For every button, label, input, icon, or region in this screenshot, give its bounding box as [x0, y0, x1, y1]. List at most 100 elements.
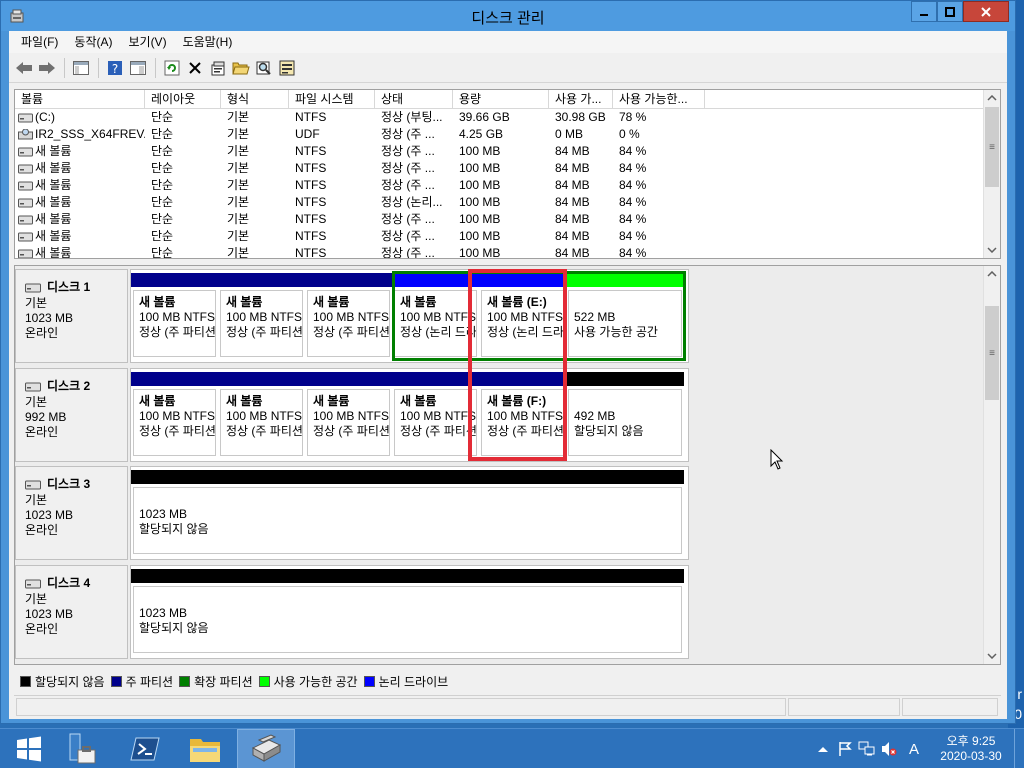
find-button[interactable] [253, 57, 275, 79]
disk-info[interactable]: 디스크 4 기본 1023 MB 온라인 [15, 565, 128, 659]
partition-type-bar [131, 372, 218, 386]
action-center-button[interactable] [834, 729, 856, 768]
volume-list-scroll-thumb[interactable]: ≡ [985, 107, 999, 187]
column-header-status[interactable]: 상태 [375, 90, 453, 109]
menu-action[interactable]: 동작(A) [66, 31, 120, 53]
column-header-free-space[interactable]: 사용 가... [549, 90, 613, 109]
start-button[interactable] [0, 729, 58, 768]
search-icon [256, 61, 271, 75]
volume-row[interactable]: 새 볼륨 단순 기본 NTFS 정상 (주 ... 100 MB 84 MB 84 % [15, 211, 985, 228]
partition[interactable]: 492 MB 할당되지 않음 [566, 372, 684, 458]
scroll-down-button[interactable] [984, 242, 1000, 258]
column-header-layout[interactable]: 레이아웃 [145, 90, 221, 109]
title-bar[interactable]: 디스크 관리 [1, 1, 1015, 31]
help-icon: ? [108, 60, 122, 76]
disk-view-scroll-thumb[interactable]: ≡ [985, 306, 999, 400]
partition[interactable]: 새 볼륨 100 MB NTFS 정상 (주 파티션) [392, 372, 479, 458]
volume-cell: 84 % [619, 178, 647, 192]
partition[interactable]: 522 MB 사용 가능한 공간 [566, 273, 684, 359]
maximize-button[interactable] [937, 1, 963, 22]
partition-type-bar [566, 372, 684, 386]
volume-cell: 100 MB [459, 178, 501, 192]
partition-size: 100 MB NTFS [313, 310, 390, 324]
legend-item: 논리 드라이브 [363, 673, 448, 690]
disk-info[interactable]: 디스크 2 기본 992 MB 온라인 [15, 368, 128, 462]
input-language-button[interactable]: A [900, 729, 928, 768]
volume-cell: 기본 [227, 161, 250, 175]
column-header-capacity[interactable]: 용량 [453, 90, 549, 109]
menu-help[interactable]: 도움말(H) [175, 31, 241, 53]
open-button[interactable] [230, 57, 252, 79]
refresh-button[interactable] [161, 57, 183, 79]
partition-name: 새 볼륨 [139, 394, 176, 408]
partition[interactable]: 1023 MB 할당되지 않음 [131, 569, 684, 655]
partition[interactable]: 새 볼륨 100 MB NTFS 정상 (주 파티션) [131, 372, 218, 458]
disk-management-taskbar-button[interactable] [237, 729, 295, 768]
volume-row[interactable]: 새 볼륨 단순 기본 NTFS 정상 (주 ... 100 MB 84 MB 84 % [15, 245, 985, 258]
legend-swatch [179, 676, 191, 687]
file-explorer-button[interactable] [176, 729, 234, 768]
column-header-filesystem[interactable]: 파일 시스템 [289, 90, 375, 109]
settings-button[interactable] [276, 57, 298, 79]
help-button[interactable]: ? [104, 57, 126, 79]
partition[interactable]: 새 볼륨 100 MB NTFS 정상 (주 파티션) [131, 273, 218, 359]
volume-row[interactable]: IR2_SSS_X64FREV... 단순 기본 UDF 정상 (주 ... 4.25 G… [15, 126, 985, 143]
partition[interactable]: 새 볼륨100 MB NTFS정상 (논리 드라이브) [392, 273, 479, 359]
disk-view-scrollbar[interactable]: ≡ [983, 266, 1000, 664]
pane-icon [130, 60, 146, 75]
network-button[interactable] [856, 729, 878, 768]
volume-button[interactable] [878, 729, 900, 768]
disk-icon [25, 579, 41, 588]
volume-row[interactable]: (C:) 단순 기본 NTFS 정상 (부팅... 39.66 GB 30.98 GB 78 … [15, 109, 985, 126]
chevron-up-icon [987, 95, 997, 101]
disk-info[interactable]: 디스크 1 기본 1023 MB 온라인 [15, 269, 128, 363]
windows-logo-icon [17, 736, 41, 762]
volume-cell: 기본 [227, 212, 250, 226]
clock[interactable]: 오후 9:25 2020-03-30 [928, 734, 1014, 764]
scroll-down-button[interactable] [984, 648, 1000, 664]
show-hide-tree-button[interactable] [70, 57, 92, 79]
disk-info[interactable]: 디스크 3 기본 1023 MB 온라인 [15, 466, 128, 560]
drive-icon [18, 164, 33, 174]
volume-cell: IR2_SSS_X64FREV... [35, 127, 145, 141]
menu-view[interactable]: 보기(V) [120, 31, 174, 53]
show-hidden-icons-button[interactable] [812, 729, 834, 768]
volume-row[interactable]: 새 볼륨 단순 기본 NTFS 정상 (주 ... 100 MB 84 MB 84 % [15, 143, 985, 160]
volume-cell: 정상 (주 ... [381, 127, 435, 141]
back-button[interactable] [13, 57, 35, 79]
powershell-button[interactable] [116, 729, 174, 768]
column-header-percent-free[interactable]: 사용 가능한... [613, 90, 705, 109]
svg-text:?: ? [112, 62, 118, 76]
volume-cell: NTFS [295, 229, 327, 243]
volume-cell: (C:) [35, 110, 55, 124]
volume-row[interactable]: 새 볼륨 단순 기본 NTFS 정상 (주 ... 100 MB 84 MB 84 % [15, 228, 985, 245]
legend-item: 사용 가능한 공간 [258, 673, 358, 690]
delete-button[interactable] [184, 57, 206, 79]
partition[interactable]: 새 볼륨 100 MB NTFS 정상 (주 파티션) [305, 372, 392, 458]
minimize-button[interactable] [911, 1, 937, 22]
column-header-volume[interactable]: 볼륨 [15, 90, 145, 109]
partition[interactable]: 1023 MB 할당되지 않음 [131, 470, 684, 556]
disk-size: 1023 MB [25, 607, 74, 621]
server-manager-button[interactable] [52, 729, 110, 768]
column-header-type[interactable]: 형식 [221, 90, 289, 109]
partition[interactable]: 새 볼륨 100 MB NTFS 정상 (주 파티션) [218, 372, 305, 458]
volume-list-scrollbar[interactable]: ≡ [983, 90, 1000, 258]
scroll-up-button[interactable] [984, 90, 1000, 106]
volume-cell: 84 % [619, 144, 647, 158]
partition[interactable]: 새 볼륨 100 MB NTFS 정상 (주 파티션) [305, 273, 392, 359]
partition-type-bar [392, 273, 479, 287]
volume-row[interactable]: 새 볼륨 단순 기본 NTFS 정상 (주 ... 100 MB 84 MB 84 % [15, 160, 985, 177]
volume-row[interactable]: 새 볼륨 단순 기본 NTFS 정상 (주 ... 100 MB 84 MB 84 % [15, 177, 985, 194]
close-button[interactable] [963, 1, 1009, 22]
menu-file[interactable]: 파일(F) [13, 31, 66, 53]
show-desktop-button[interactable] [1014, 729, 1024, 768]
forward-button[interactable] [36, 57, 58, 79]
drive-icon [18, 147, 33, 157]
properties-pane-button[interactable] [127, 57, 149, 79]
partition-size: 522 MB [574, 310, 616, 324]
scroll-up-button[interactable] [984, 266, 1000, 282]
properties-button[interactable] [207, 57, 229, 79]
volume-row[interactable]: 새 볼륨 단순 기본 NTFS 정상 (논리... 100 MB 84 MB 84 % [15, 194, 985, 211]
partition[interactable]: 새 볼륨 100 MB NTFS 정상 (주 파티션) [218, 273, 305, 359]
